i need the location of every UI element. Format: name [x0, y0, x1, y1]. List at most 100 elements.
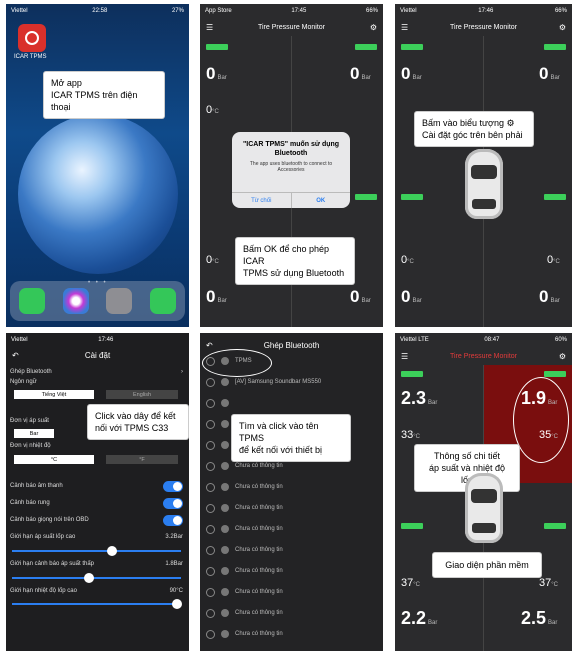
- bt-device-item[interactable]: Chưa có thông tin: [206, 565, 377, 577]
- menu-icon[interactable]: ☰: [401, 23, 408, 32]
- settings-callout: Bấm vào biểu tượng ⚙ Cài đặt góc trên bên…: [415, 112, 533, 146]
- lang-english[interactable]: English: [106, 390, 178, 399]
- bluetooth-icon: [221, 399, 229, 407]
- menu-icon[interactable]: ☰: [206, 23, 213, 32]
- lang-vietnamese[interactable]: Tiếng Việt: [14, 390, 94, 399]
- bt-device-item[interactable]: [AV] Samsung Soundbar MS550: [206, 376, 377, 388]
- settings-header: ↶ Cài đặt: [12, 350, 111, 360]
- bt-device-name: Chưa có thông tin: [235, 526, 283, 532]
- vibration-alarm-toggle[interactable]: [163, 498, 183, 509]
- tpms-highlight-ellipse: [202, 349, 272, 377]
- bt-device-name: Chưa có thông tin: [235, 484, 283, 490]
- app-header: ☰ Tire Pressure Monitor ⚙: [395, 18, 572, 36]
- temp-rl: 0°C: [206, 254, 219, 266]
- radio-icon[interactable]: [206, 377, 215, 387]
- deny-button[interactable]: Từ chối: [232, 193, 292, 208]
- obd-voice-toggle[interactable]: [163, 515, 183, 526]
- open-app-callout: Mở app ICAR TPMS trên điện thoại: [44, 72, 164, 118]
- high-pressure-label: Giới hạn áp suất lốp cao 3.2Bar: [10, 534, 183, 540]
- ok-button[interactable]: OK: [292, 193, 351, 208]
- status-bar: Viettel 17:46 66%: [400, 8, 567, 14]
- bt-device-name: Chưa có thông tin: [235, 547, 283, 553]
- dock: [10, 281, 185, 321]
- pressure-rr: 0 Bar: [539, 287, 560, 306]
- phone-icon[interactable]: [18, 288, 45, 314]
- temp-rl: 37°C: [401, 577, 420, 589]
- bt-device-name: Chưa có thông tin: [235, 631, 283, 637]
- radio-icon[interactable]: [206, 587, 215, 597]
- gear-icon[interactable]: ⚙: [559, 23, 566, 32]
- bt-device-item[interactable]: Chưa có thông tin: [206, 586, 377, 598]
- bluetooth-icon: [221, 630, 229, 638]
- pressure-fr: 0 Bar: [539, 64, 560, 83]
- bluetooth-icon: [221, 504, 229, 512]
- radio-icon[interactable]: [206, 608, 215, 618]
- bt-device-item[interactable]: Chưa có thông tin: [206, 481, 377, 493]
- radio-icon[interactable]: [206, 440, 215, 450]
- bluetooth-permission-dialog: "ICAR TPMS" muốn sử dụng Bluetooth The a…: [232, 132, 350, 208]
- app-header: ☰ Tire Pressure Monitor ⚙: [395, 347, 572, 365]
- bt-device-name: [AV] Samsung Soundbar MS550: [235, 379, 322, 385]
- bt-device-name: Chưa có thông tin: [235, 589, 283, 595]
- status-bar: Viettel 17:46: [11, 337, 114, 343]
- bt-device-item[interactable]: Chưa có thông tin: [206, 607, 377, 619]
- radio-icon[interactable]: [206, 629, 215, 639]
- radio-icon[interactable]: [206, 419, 215, 429]
- gear-icon[interactable]: ⚙: [559, 352, 566, 361]
- language-label: Ngôn ngữ: [10, 379, 37, 385]
- bluetooth-icon: [221, 609, 229, 617]
- icar-tpms-app-icon[interactable]: [18, 24, 46, 52]
- temp-fl: 33°C: [401, 429, 420, 441]
- bt-device-name: Chưa có thông tin: [235, 463, 283, 469]
- bt-device-item[interactable]: Chưa có thông tin: [206, 628, 377, 640]
- bt-device-item[interactable]: Chưa có thông tin: [206, 502, 377, 514]
- low-pressure-label: Giới hạn cảnh báo áp suất thấp 1.8Bar: [10, 561, 183, 567]
- low-pressure-slider[interactable]: [12, 573, 181, 583]
- radio-icon[interactable]: [206, 503, 215, 513]
- back-icon[interactable]: ↶: [12, 351, 19, 360]
- temp-rl: 0°C: [401, 254, 414, 266]
- bluetooth-icon: [221, 546, 229, 554]
- high-temp-slider[interactable]: [12, 599, 182, 609]
- menu-icon[interactable]: ☰: [401, 352, 408, 361]
- pressure-rr: 0 Bar: [350, 287, 371, 306]
- sound-alarm-label: Cảnh báo âm thanh: [10, 483, 63, 489]
- bluetooth-icon: [221, 462, 229, 470]
- temp-unit-c[interactable]: °C: [14, 455, 94, 464]
- bt-device-item[interactable]: [206, 397, 377, 409]
- messages-icon[interactable]: [150, 288, 177, 314]
- gear-icon[interactable]: ⚙: [370, 23, 377, 32]
- radio-icon[interactable]: [206, 566, 215, 576]
- back-icon[interactable]: ↶: [206, 341, 213, 350]
- sound-alarm-toggle[interactable]: [163, 481, 183, 492]
- radio-icon[interactable]: [206, 398, 215, 408]
- temp-unit-f[interactable]: °F: [106, 455, 178, 464]
- dialog-title: "ICAR TPMS" muốn sử dụng Bluetooth: [242, 141, 340, 157]
- bt-device-item[interactable]: Chưa có thông tin: [206, 460, 377, 472]
- radio-icon[interactable]: [206, 545, 215, 555]
- status-bar: Viettel LTE 08:47 60%: [400, 337, 567, 343]
- home-screen-panel: Viettel 22:58 27% ICAR TPMS Mở app ICAR TPM…: [6, 4, 189, 327]
- radio-icon[interactable]: [206, 461, 215, 471]
- pressure-fl: 0 Bar: [206, 64, 227, 83]
- app-label: ICAR TPMS: [14, 54, 47, 60]
- monitor-panel: Viettel 17:46 66% ☰ Tire Pressure Monitor ⚙ …: [395, 4, 572, 327]
- bt-device-item[interactable]: Chưa có thông tin: [206, 523, 377, 535]
- chevron-right-icon: ›: [181, 369, 183, 375]
- car-image: [465, 149, 503, 219]
- settings-icon[interactable]: [106, 288, 133, 314]
- bt-device-item[interactable]: Chưa có thông tin: [206, 544, 377, 556]
- radio-icon[interactable]: [206, 482, 215, 492]
- highlight-ellipse: [513, 377, 569, 463]
- live-data-panel: Viettel LTE 08:47 60% ☰ Tire Pressure Monit…: [395, 333, 572, 651]
- interface-callout: Giao diện phần mềm: [433, 553, 541, 577]
- bluetooth-icon: [221, 525, 229, 533]
- high-temp-label: Giới hạn nhiệt độ lốp cao 90°C: [10, 588, 183, 594]
- pressure-unit-bar[interactable]: Bar: [14, 429, 54, 438]
- vibration-alarm-label: Cảnh báo rung: [10, 500, 50, 506]
- high-pressure-slider[interactable]: [12, 546, 181, 556]
- radio-icon[interactable]: [206, 524, 215, 534]
- pair-bluetooth-row[interactable]: Ghép Bluetooth ›: [10, 369, 185, 375]
- temp-fl: 0°C: [206, 104, 219, 116]
- color-app-icon[interactable]: [62, 288, 89, 314]
